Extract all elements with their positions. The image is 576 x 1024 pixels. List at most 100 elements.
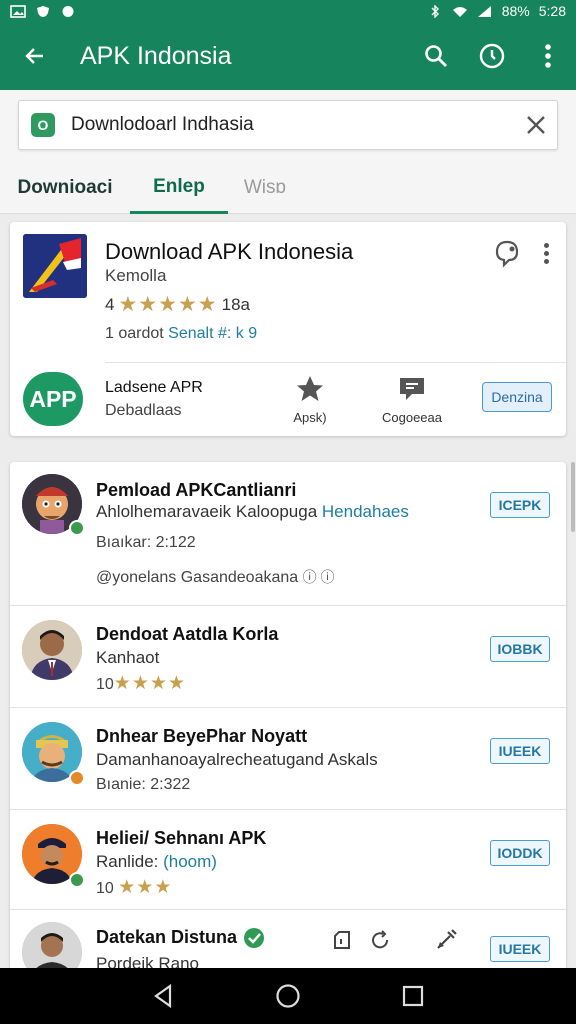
list-item[interactable]: Dnhear BeyePhar Noyatt Damanhanoayalrech… [10,708,566,810]
info-highlight[interactable]: Senalt #: k 9 [168,325,257,342]
search-area: O Downlodoarl Indhasia [0,90,576,162]
more-vert-icon [543,242,549,248]
divider [105,362,566,363]
list-item-title: Pemload APKCantlianri [96,480,297,500]
comment-action-label: Cogoeeaa [382,410,442,425]
search-input[interactable]: O Downlodoarl Indhasia [18,100,558,150]
nav-back-icon [153,984,171,1008]
tab-wiso[interactable]: Wisɒ [228,162,302,214]
info-circle-icons: ⓘ ⓘ [302,569,335,585]
list-item-title: Dnhear BeyePhar Noyatt [96,726,308,746]
featured-app-rating: 4 ★★★★★ 18a [105,292,250,317]
avatar [22,922,82,968]
list-item-subtitle: Damanhanoayalrecheatugand Askals [96,750,378,769]
search-button[interactable] [408,22,464,90]
star-rating-icons: ★★★ [118,877,173,898]
install-button[interactable]: IOBBK [490,636,550,662]
status-bar: 88% 5:28 [0,0,576,22]
signal-icon [477,5,491,17]
verified-badge-icon [69,520,85,536]
clear-search-button[interactable] [515,104,557,146]
tab-enlep-active[interactable]: Enlep [130,162,228,214]
history-button[interactable] [464,22,520,90]
nav-recents-button[interactable] [383,968,443,1024]
featured-app-card[interactable]: Download APK Indonesia Kemolla 4 ★★★★★ 1… [10,222,566,436]
subtitle-highlight[interactable]: Hendahaes [322,502,409,521]
install-button[interactable]: IUEEK [490,936,550,962]
list-item-title: Dendoat Aatdla Korla [96,624,279,644]
search-icon [425,45,447,67]
search-query-text[interactable]: Downlodoarl Indhasia [71,114,515,136]
featured-more-button[interactable] [534,238,558,268]
list-item-meta2: @yonelans Gasandeoakana ⓘ ⓘ [96,567,335,587]
rating-count: 18a [221,294,250,314]
back-button[interactable] [0,22,70,90]
featured-app-title[interactable]: Download APK Indonesia [105,239,353,265]
person-portrait-icon [22,922,82,968]
flag-logo-icon [23,234,87,298]
nav-back-button[interactable] [133,968,193,1024]
nav-recents-icon [403,985,424,1007]
subtitle-highlight[interactable]: (hoom) [163,852,217,871]
install-button[interactable]: IUEEK [490,738,550,764]
list-item[interactable]: Datekan Distuna Pordeik Rano IUEEK [10,910,566,968]
verified-check-icon [244,928,265,948]
rate-action-button[interactable]: Apsk) [270,374,350,425]
image-notification-icon [10,4,26,18]
list-item-rating: 10 ★★★ [96,876,172,899]
avatar [22,620,82,680]
info-prefix: 1 oardot [105,325,164,342]
title-text: Datekan Distuna [96,926,238,947]
more-vert-dot [543,258,549,264]
star-rating-icons: ★★★★ [113,673,186,694]
storage-icon[interactable] [330,928,354,952]
edit-tools-icon[interactable] [434,926,460,952]
arrow-back-icon [25,48,43,64]
list-item-subtitle: Kanhaot [96,648,160,667]
comment-action-button[interactable]: Cogoeeaa [372,374,452,425]
more-vert-icon [545,44,551,68]
app-badge-icon: O [31,113,55,137]
install-button[interactable]: IODDK [490,840,550,866]
install-button[interactable]: ICEPK [490,492,550,518]
rating-prefix: 4 [105,294,115,314]
nav-home-button[interactable] [258,968,318,1024]
system-nav-bar [0,968,576,1024]
list-item-title: Heliei/ Sehnanı APK [96,828,267,848]
section-subtitle: Debadlaas [105,402,182,419]
tab-bar: Downioaci Enlep Wisɒ [0,162,576,214]
rating-prefix: 10 [96,676,114,693]
list-item-meta: Bıaıkar: 2:122 [96,534,196,551]
clock-time: 5:28 [538,3,566,19]
more-vert-dot [543,250,549,256]
meta2-text: @yonelans Gasandeoakana [96,569,299,586]
share-bubble-icon[interactable] [492,238,522,268]
app-logo: APP [23,372,83,426]
subtitle-text: Ranlide: [96,852,159,871]
rate-action-label: Apsk) [293,410,327,425]
more-options-button[interactable] [520,22,576,90]
close-icon [527,116,545,134]
tab-download[interactable]: Downioaci [0,162,130,214]
badge-icon [69,770,85,786]
person-portrait-icon [22,620,82,680]
refresh-icon[interactable] [368,928,392,952]
scrollbar[interactable] [571,462,575,532]
app-list: Pemload APKCantlianri Ahlolhemaravaeik K… [10,462,566,968]
page-title: APK Indonsia [80,41,232,70]
download-button[interactable]: Denzina [482,382,552,412]
star-rating-icons: ★★★★★ [118,293,218,316]
list-item[interactable]: Pemload APKCantlianri Ahlolhemaravaeik K… [10,462,566,606]
list-item[interactable]: Dendoat Aatdla Korla Kanhaot 10★★★★ IOBB… [10,606,566,708]
battery-percent: 88% [501,3,530,19]
list-item-rating: 10★★★★ [96,672,186,695]
rating-prefix: 10 [96,880,114,897]
featured-app-info: 1 oardot Senalt #: k 9 [105,325,257,343]
comment-icon [400,378,424,400]
featured-app-developer: Kemolla [105,266,167,285]
nav-home-icon [276,984,300,1008]
list-item[interactable]: Heliei/ Sehnanı APK Ranlide: (hoom) 10 ★… [10,810,566,910]
app-bar: APK Indonsia [0,22,576,90]
list-item-subtitle: Pordeik Rano [96,954,200,968]
subtitle-text: Ahlolhemaravaeik Kaloopuga [96,502,318,521]
